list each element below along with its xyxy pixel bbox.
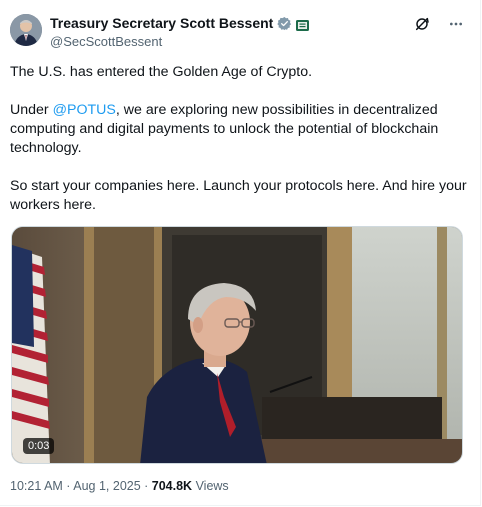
author-handle[interactable]: @SecScottBessent — [50, 34, 162, 49]
top-actions — [413, 15, 465, 33]
post-metadata: 10:21 AM · Aug 1, 2025 · 704.8K Views — [10, 479, 229, 493]
avatar[interactable] — [10, 14, 42, 46]
video-frame — [12, 227, 462, 463]
video-duration-badge: 0:03 — [23, 438, 55, 454]
grok-icon[interactable] — [413, 15, 431, 33]
post-p2-pre: Under — [10, 102, 53, 118]
verified-badge-icon[interactable] — [277, 16, 292, 31]
post-paragraph-3: So start your companies here. Launch you… — [10, 178, 467, 213]
post-date[interactable]: Aug 1, 2025 — [73, 479, 140, 493]
treasury-seal-icon[interactable] — [296, 18, 310, 31]
post-card: Treasury Secretary Scott Bessent @SecSco… — [0, 0, 481, 506]
post-line-1: The U.S. has entered the Golden Age of C… — [10, 64, 313, 80]
meta-separator: · — [140, 479, 152, 493]
post-paragraph-2: Under @POTUS, we are exploring new possi… — [10, 101, 472, 158]
author-name-row: Treasury Secretary Scott Bessent — [50, 15, 310, 31]
mention-link-potus[interactable]: @POTUS — [53, 102, 116, 118]
post-time[interactable]: 10:21 AM — [10, 479, 63, 493]
meta-separator: · — [62, 479, 74, 493]
more-icon[interactable] — [447, 15, 465, 33]
author-name[interactable]: Treasury Secretary Scott Bessent — [50, 15, 273, 31]
video-player[interactable]: 0:03 — [11, 226, 463, 464]
views-count: 704.8K — [151, 479, 193, 493]
views-label: Views — [192, 479, 229, 493]
post-text: The U.S. has entered the Golden Age of C… — [10, 63, 472, 234]
